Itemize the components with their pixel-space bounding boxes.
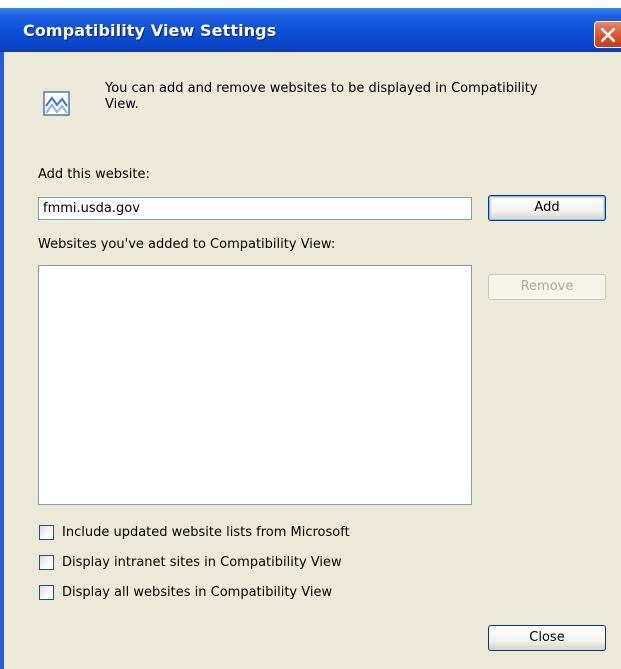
title-bar[interactable]: Compatibility View Settings	[0, 8, 621, 52]
include-microsoft-lists-checkbox[interactable]	[39, 525, 54, 540]
dialog-window: Compatibility View Settings You can add …	[0, 8, 621, 669]
option-label: Include updated website lists from Micro…	[62, 525, 350, 540]
close-icon	[601, 28, 615, 42]
option-label: Display intranet sites in Compatibility …	[62, 555, 342, 570]
add-button[interactable]: Add	[488, 195, 606, 221]
option-label: Display all websites in Compatibility Vi…	[62, 585, 333, 600]
remove-button: Remove	[488, 274, 606, 300]
close-window-button[interactable]	[594, 21, 621, 48]
add-website-label: Add this website:	[38, 167, 150, 182]
dialog-body: You can add and remove websites to be di…	[4, 52, 621, 669]
websites-list[interactable]	[38, 265, 472, 505]
websites-list-label: Websites you've added to Compatibility V…	[38, 237, 336, 252]
close-button[interactable]: Close	[488, 625, 606, 651]
display-all-websites-checkbox[interactable]	[39, 585, 54, 600]
add-website-input[interactable]: fmmi.usda.gov	[38, 197, 472, 220]
dialog-title: Compatibility View Settings	[23, 21, 277, 40]
display-intranet-sites-checkbox[interactable]	[39, 555, 54, 570]
compatibility-view-icon	[43, 91, 70, 116]
info-text: You can add and remove websites to be di…	[105, 81, 538, 112]
